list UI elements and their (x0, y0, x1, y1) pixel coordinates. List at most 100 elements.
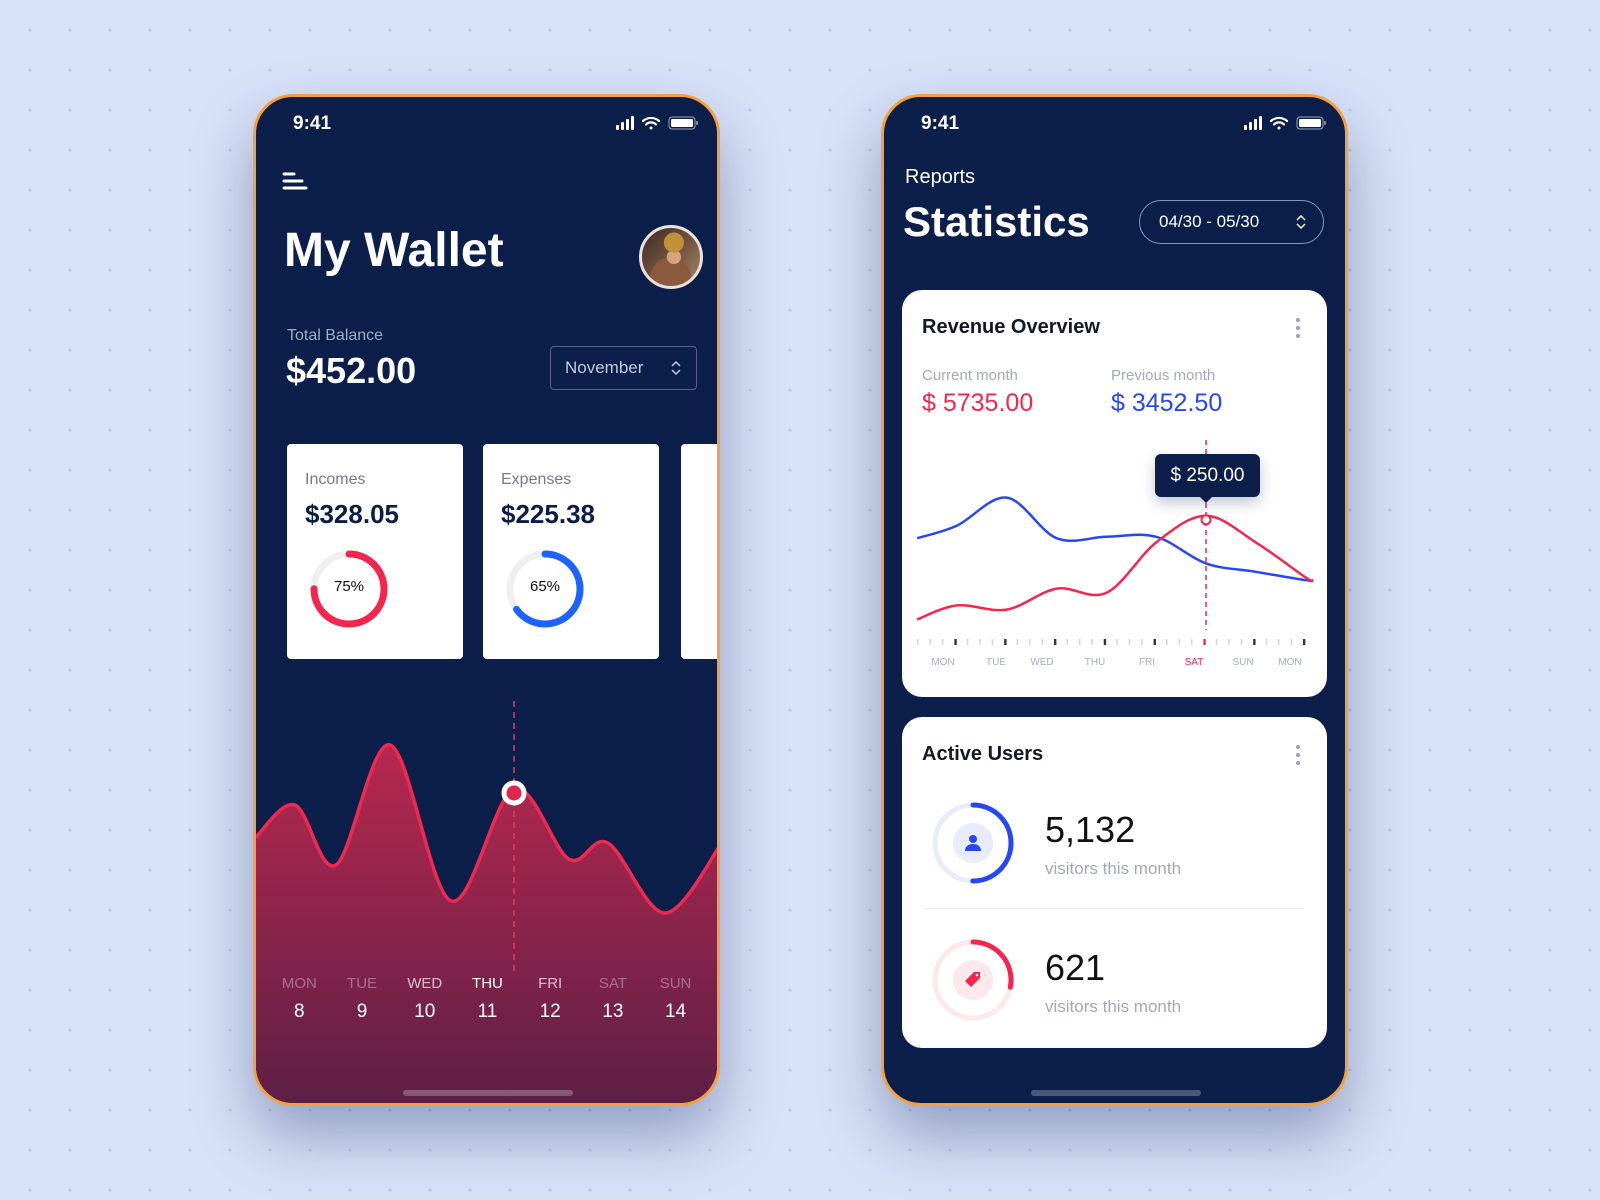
tick (966, 639, 969, 645)
tick (1290, 639, 1293, 645)
day-thu[interactable]: THU 11 (462, 975, 512, 1023)
day-sat[interactable]: SAT 13 (588, 975, 638, 1023)
total-balance-label: Total Balance (287, 327, 384, 344)
incomes-percent: 75% (333, 578, 365, 595)
day-wed[interactable]: WED 10 (400, 975, 450, 1023)
tick (1016, 639, 1019, 645)
previous-month-line (916, 496, 1315, 583)
tick (954, 639, 957, 645)
statistics-screen: 9:41 Reports Statistics 04/30 - 05/30 Re… (881, 94, 1348, 1106)
highlight-point (501, 780, 527, 806)
wallet-screen: 9:41 My Wallet Total Balance $452.00 Nov… (253, 94, 720, 1106)
page-subtitle: Reports (905, 166, 976, 188)
menu-icon[interactable] (282, 171, 308, 193)
x-tick-label: MON (1278, 657, 1302, 668)
chevron-updown-icon (1296, 214, 1306, 230)
x-tick-label: SAT (1184, 657, 1204, 668)
day-date: 12 (539, 1001, 561, 1022)
tick (1228, 639, 1230, 645)
day-tue[interactable]: TUE 9 (337, 975, 387, 1023)
revenue-overview-card: Revenue Overview Current month $ 5735.00… (902, 290, 1327, 697)
visitors-count: 5,132 (1045, 809, 1136, 850)
tick (1153, 639, 1156, 645)
tick (1265, 639, 1268, 645)
tick (1166, 639, 1168, 645)
divider (926, 908, 1304, 909)
x-tick-label: MON (931, 657, 955, 668)
tick (1128, 639, 1131, 645)
card-title: Active Users (922, 743, 1044, 765)
date-range-picker[interactable]: 04/30 - 05/30 (1139, 200, 1324, 244)
signal-icon (1244, 116, 1262, 130)
tag-icon (965, 972, 980, 987)
next-card[interactable] (681, 444, 717, 659)
tick (979, 639, 981, 645)
expenses-label: Expenses (501, 471, 572, 488)
tick (1041, 639, 1044, 645)
day-date: 14 (664, 1001, 687, 1022)
day-mon[interactable]: MON 8 (274, 975, 324, 1023)
tick (1078, 639, 1081, 645)
tick (1066, 639, 1068, 645)
home-indicator (1031, 1090, 1201, 1096)
day-name: MON (281, 975, 317, 992)
month-select-value: November (565, 358, 644, 377)
x-tick-label: WED (1030, 657, 1054, 668)
x-tick-label: FRI (1138, 657, 1156, 668)
expenses-amount: $225.38 (501, 499, 595, 529)
day-date: 9 (356, 1001, 368, 1022)
total-balance-value: $452.00 (286, 350, 417, 391)
day-date: 13 (602, 1001, 624, 1022)
tick (991, 639, 994, 645)
revenue-line-chart (916, 440, 1315, 645)
day-name: THU (472, 975, 503, 992)
active-users-card: Active Users 5,132 visitors this month 6… (902, 717, 1327, 1048)
day-sun[interactable]: SUN 14 (651, 975, 701, 1023)
status-time: 9:41 (293, 113, 332, 134)
day-name: SUN (659, 975, 692, 992)
wifi-icon (1269, 116, 1289, 130)
month-select[interactable]: November (550, 346, 697, 390)
highlight-point (1200, 514, 1212, 526)
visitors-count: 621 (1045, 947, 1106, 988)
incomes-label: Incomes (305, 471, 366, 488)
status-icons (616, 116, 698, 130)
day-name: TUE (347, 975, 378, 992)
date-range-value: 04/30 - 05/30 (1159, 212, 1260, 231)
x-tick-label: THU (1084, 657, 1106, 668)
tick (1004, 639, 1007, 645)
tick (941, 639, 944, 645)
wifi-icon (641, 116, 661, 130)
tick (1203, 639, 1206, 645)
tick (1029, 639, 1031, 645)
expenses-card[interactable]: Expenses $225.38 65% (483, 444, 659, 659)
tick (1141, 639, 1143, 645)
tick (1302, 639, 1306, 645)
x-tick-label: TUE (986, 657, 1006, 668)
tick (917, 639, 919, 645)
tick (1215, 639, 1218, 645)
day-selector: MON 8 TUE 9 WED 10 THU 11 FRI 12 SAT 13 SUN 14 (256, 975, 717, 1023)
signal-icon (616, 116, 634, 130)
avatar[interactable] (639, 225, 703, 289)
home-indicator (403, 1090, 573, 1096)
day-fri[interactable]: FRI 12 (525, 975, 575, 1023)
battery-icon (668, 116, 698, 130)
tick (929, 639, 932, 645)
current-month-line (916, 514, 1315, 621)
area-fill (256, 744, 717, 1103)
tick (1103, 639, 1107, 645)
tick (1253, 639, 1256, 645)
day-date: 8 (294, 1001, 305, 1022)
incomes-card[interactable]: Incomes $328.05 75% (287, 444, 463, 659)
chart-tooltip: $ 250.00 (1155, 454, 1260, 497)
user-icon (965, 835, 981, 851)
status-time: 9:41 (921, 113, 960, 134)
tick (1178, 639, 1181, 645)
chevron-updown-icon (671, 360, 681, 376)
day-name: WED (407, 975, 443, 992)
more-options-icon[interactable] (1295, 745, 1301, 765)
tick (1116, 639, 1118, 645)
tick (1240, 639, 1243, 645)
visitors-label: visitors this month (1045, 997, 1182, 1016)
